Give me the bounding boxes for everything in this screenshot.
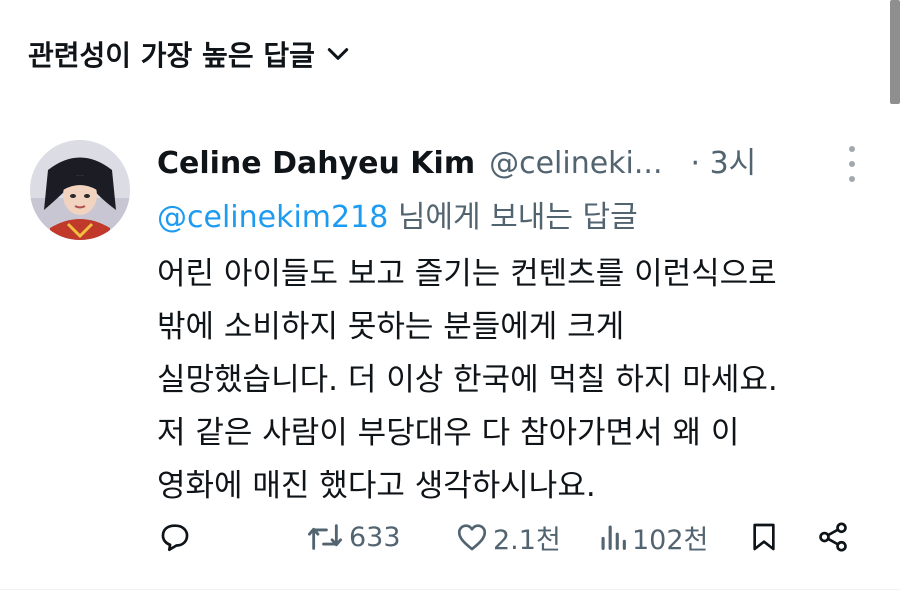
reply-text-line: 영화에 매진 했다고 생각하시나요. [157,468,596,504]
author-handle[interactable]: @celineki... [489,146,662,181]
share-icon [815,520,851,554]
reply-text-line: 어린 아이들도 보고 즐기는 컨텐츠를 이런식으로 [157,256,777,292]
replying-to-handle[interactable]: @celinekim218 [157,200,388,235]
views-button[interactable]: 102천 [598,512,708,562]
reply-text-line: 밖에 소비하지 못하는 분들에게 크게 [157,309,625,345]
like-button[interactable]: 2.1천 [455,512,561,562]
action-bar: 633 2.1천 102천 [0,512,900,562]
reply-text: 어린 아이들도 보고 즐기는 컨텐츠를 이런식으로 밖에 소비하지 못하는 분들… [157,248,778,513]
replying-to-suffix: 님에게 보내는 답글 [388,200,638,235]
more-vertical-icon[interactable] [842,146,862,182]
post-time[interactable]: · 3시 [691,138,757,182]
view-count: 102천 [632,524,709,556]
avatar[interactable] [30,140,130,240]
reply-sort-dropdown[interactable]: 관련성이 가장 높은 답글 [28,34,351,74]
retweet-count: 633 [349,521,401,553]
replying-to: @celinekim218 님에게 보내는 답글 [157,192,638,236]
reply-text-line: 저 같은 사람이 부당대우 다 참아가면서 왜 이 [157,415,740,451]
author-name[interactable]: Celine Dahyeu Kim [157,146,475,181]
retweet-icon [305,520,345,554]
heart-icon [455,520,489,554]
reply-icon [158,520,192,554]
bookmark-icon [748,520,780,554]
bar-chart-icon [598,520,628,554]
scrollbar[interactable] [890,0,900,104]
retweet-button[interactable]: 633 [305,512,401,562]
reply-author-line: Celine Dahyeu Kim @celineki... · 3시 [157,138,756,182]
bookmark-button[interactable] [748,512,780,562]
share-button[interactable] [815,512,851,562]
reply-sort-label: 관련성이 가장 높은 답글 [28,39,315,72]
chevron-down-icon [325,41,351,67]
reply-text-line: 실망했습니다. 더 이상 한국에 먹칠 하지 마세요. [157,362,778,398]
like-count: 2.1천 [493,524,561,556]
reply-button[interactable] [158,512,196,562]
